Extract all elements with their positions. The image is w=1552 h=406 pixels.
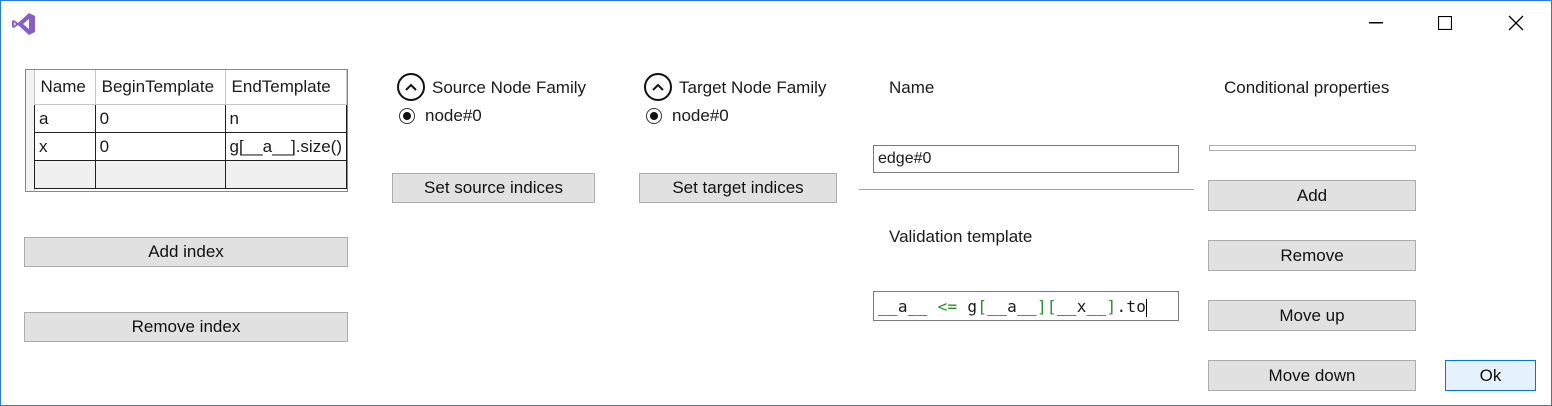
cell-begin-template[interactable]: 0: [94, 132, 226, 161]
cell-name[interactable]: x: [34, 132, 96, 161]
source-node-option-label: node#0: [425, 106, 482, 125]
conditional-properties-list[interactable]: [1209, 145, 1416, 151]
target-node-family-title: Target Node Family: [679, 78, 827, 97]
set-target-indices-button[interactable]: Set target indices: [639, 173, 837, 203]
cell-name[interactable]: [34, 160, 96, 189]
target-node-radio-option[interactable]: node#0: [646, 106, 729, 126]
code-token: __x__: [1056, 297, 1107, 316]
chevron-up-icon[interactable]: [397, 73, 425, 101]
cell-end-template[interactable]: [224, 160, 348, 189]
minimize-icon[interactable]: [1353, 7, 1399, 39]
cell-begin-template[interactable]: [94, 160, 226, 189]
validation-template-label: Validation template: [889, 227, 1033, 246]
chevron-up-icon[interactable]: [644, 73, 672, 101]
move-up-button[interactable]: Move up: [1208, 300, 1416, 331]
radio-selected-icon[interactable]: [646, 108, 662, 124]
code-token: __a__: [987, 297, 1037, 316]
table-row[interactable]: x 0 g[__a__].size(): [34, 132, 348, 161]
source-node-radio-option[interactable]: node#0: [399, 106, 482, 126]
cell-end-template[interactable]: g[__a__].size(): [224, 132, 348, 161]
validation-template-input[interactable]: __a__ <= g[__a__][__x__].to: [873, 291, 1179, 321]
close-icon[interactable]: [1493, 7, 1539, 39]
radio-selected-icon[interactable]: [399, 108, 415, 124]
new-row[interactable]: [34, 160, 348, 189]
remove-index-button[interactable]: Remove index: [24, 312, 348, 342]
maximize-icon[interactable]: [1422, 7, 1468, 39]
target-node-option-label: node#0: [672, 106, 729, 125]
table-row[interactable]: a 0 n: [34, 104, 348, 133]
cell-begin-template[interactable]: 0: [94, 104, 226, 133]
code-token: ]: [1106, 297, 1117, 316]
conditional-properties-title: Conditional properties: [1224, 78, 1390, 97]
name-label: Name: [889, 78, 935, 97]
ok-button[interactable]: Ok: [1445, 360, 1536, 391]
code-token: .to: [1116, 297, 1147, 316]
add-index-button[interactable]: Add index: [24, 237, 348, 267]
code-token: [: [977, 297, 988, 316]
cell-end-template[interactable]: n: [224, 104, 348, 133]
dialog-window: Name BeginTemplate EndTemplate a 0 n x 0…: [0, 0, 1552, 406]
code-token: __a__: [878, 297, 928, 316]
code-token: [: [1046, 297, 1057, 316]
column-header-end-template[interactable]: EndTemplate: [225, 70, 348, 105]
edge-name-input[interactable]: edge#0: [873, 145, 1179, 173]
code-token: g: [967, 297, 978, 316]
move-down-button[interactable]: Move down: [1208, 360, 1416, 391]
source-node-family-title: Source Node Family: [432, 78, 587, 97]
cell-name[interactable]: a: [34, 104, 96, 133]
code-token: <=: [927, 297, 968, 316]
remove-button[interactable]: Remove: [1208, 240, 1416, 271]
text-cursor: [1146, 298, 1148, 317]
indices-grid[interactable]: Name BeginTemplate EndTemplate a 0 n x 0…: [25, 69, 348, 192]
code-token: ]: [1036, 297, 1047, 316]
visual-studio-icon: [11, 11, 37, 37]
set-source-indices-button[interactable]: Set source indices: [392, 173, 595, 203]
divider: [859, 189, 1194, 190]
column-header-begin-template[interactable]: BeginTemplate: [95, 70, 226, 105]
add-button[interactable]: Add: [1208, 180, 1416, 211]
column-header-name[interactable]: Name: [34, 70, 96, 105]
